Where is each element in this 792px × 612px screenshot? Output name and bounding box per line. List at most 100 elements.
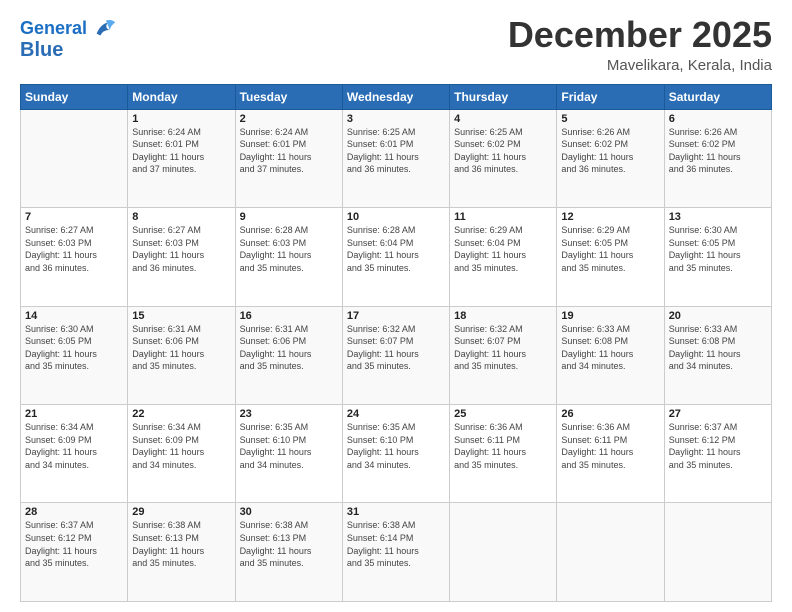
- day-number: 20: [669, 310, 767, 322]
- day-number: 28: [25, 506, 123, 518]
- day-info: Sunrise: 6:34 AM Sunset: 6:09 PM Dayligh…: [25, 421, 123, 471]
- day-number: 9: [240, 211, 338, 223]
- day-number: 26: [561, 408, 659, 420]
- day-number: 27: [669, 408, 767, 420]
- calendar-cell: 27Sunrise: 6:37 AM Sunset: 6:12 PM Dayli…: [664, 405, 771, 503]
- day-info: Sunrise: 6:25 AM Sunset: 6:02 PM Dayligh…: [454, 126, 552, 176]
- day-number: 10: [347, 211, 445, 223]
- day-info: Sunrise: 6:38 AM Sunset: 6:13 PM Dayligh…: [240, 519, 338, 569]
- calendar-cell: 16Sunrise: 6:31 AM Sunset: 6:06 PM Dayli…: [235, 306, 342, 404]
- calendar-cell: 15Sunrise: 6:31 AM Sunset: 6:06 PM Dayli…: [128, 306, 235, 404]
- calendar-cell: 24Sunrise: 6:35 AM Sunset: 6:10 PM Dayli…: [342, 405, 449, 503]
- calendar-cell: 11Sunrise: 6:29 AM Sunset: 6:04 PM Dayli…: [450, 208, 557, 306]
- page: General Blue December 2025 Mavelikara, K…: [0, 0, 792, 612]
- calendar-cell: 14Sunrise: 6:30 AM Sunset: 6:05 PM Dayli…: [21, 306, 128, 404]
- title-block: December 2025 Mavelikara, Kerala, India: [508, 15, 772, 74]
- day-number: 22: [132, 408, 230, 420]
- day-info: Sunrise: 6:31 AM Sunset: 6:06 PM Dayligh…: [240, 323, 338, 373]
- day-number: 23: [240, 408, 338, 420]
- day-info: Sunrise: 6:25 AM Sunset: 6:01 PM Dayligh…: [347, 126, 445, 176]
- day-of-week-header: Tuesday: [235, 84, 342, 109]
- calendar-cell: 3Sunrise: 6:25 AM Sunset: 6:01 PM Daylig…: [342, 109, 449, 207]
- day-info: Sunrise: 6:24 AM Sunset: 6:01 PM Dayligh…: [132, 126, 230, 176]
- day-info: Sunrise: 6:27 AM Sunset: 6:03 PM Dayligh…: [132, 224, 230, 274]
- calendar-week-row: 28Sunrise: 6:37 AM Sunset: 6:12 PM Dayli…: [21, 503, 772, 602]
- day-number: 1: [132, 113, 230, 125]
- calendar-cell: [21, 109, 128, 207]
- day-number: 12: [561, 211, 659, 223]
- calendar-cell: 26Sunrise: 6:36 AM Sunset: 6:11 PM Dayli…: [557, 405, 664, 503]
- calendar-cell: [450, 503, 557, 602]
- day-info: Sunrise: 6:38 AM Sunset: 6:14 PM Dayligh…: [347, 519, 445, 569]
- calendar-week-row: 14Sunrise: 6:30 AM Sunset: 6:05 PM Dayli…: [21, 306, 772, 404]
- calendar-cell: 30Sunrise: 6:38 AM Sunset: 6:13 PM Dayli…: [235, 503, 342, 602]
- day-number: 21: [25, 408, 123, 420]
- day-info: Sunrise: 6:36 AM Sunset: 6:11 PM Dayligh…: [454, 421, 552, 471]
- calendar-cell: 8Sunrise: 6:27 AM Sunset: 6:03 PM Daylig…: [128, 208, 235, 306]
- day-info: Sunrise: 6:30 AM Sunset: 6:05 PM Dayligh…: [669, 224, 767, 274]
- day-number: 2: [240, 113, 338, 125]
- calendar-cell: 6Sunrise: 6:26 AM Sunset: 6:02 PM Daylig…: [664, 109, 771, 207]
- calendar-cell: [664, 503, 771, 602]
- day-number: 30: [240, 506, 338, 518]
- day-info: Sunrise: 6:30 AM Sunset: 6:05 PM Dayligh…: [25, 323, 123, 373]
- day-number: 31: [347, 506, 445, 518]
- day-number: 15: [132, 310, 230, 322]
- day-info: Sunrise: 6:29 AM Sunset: 6:04 PM Dayligh…: [454, 224, 552, 274]
- calendar-cell: 4Sunrise: 6:25 AM Sunset: 6:02 PM Daylig…: [450, 109, 557, 207]
- day-number: 24: [347, 408, 445, 420]
- day-number: 6: [669, 113, 767, 125]
- day-info: Sunrise: 6:37 AM Sunset: 6:12 PM Dayligh…: [669, 421, 767, 471]
- day-info: Sunrise: 6:31 AM Sunset: 6:06 PM Dayligh…: [132, 323, 230, 373]
- day-info: Sunrise: 6:34 AM Sunset: 6:09 PM Dayligh…: [132, 421, 230, 471]
- day-info: Sunrise: 6:32 AM Sunset: 6:07 PM Dayligh…: [347, 323, 445, 373]
- calendar-cell: 9Sunrise: 6:28 AM Sunset: 6:03 PM Daylig…: [235, 208, 342, 306]
- day-of-week-header: Sunday: [21, 84, 128, 109]
- calendar-cell: 31Sunrise: 6:38 AM Sunset: 6:14 PM Dayli…: [342, 503, 449, 602]
- day-number: 17: [347, 310, 445, 322]
- calendar-table: SundayMondayTuesdayWednesdayThursdayFrid…: [20, 84, 772, 602]
- day-number: 25: [454, 408, 552, 420]
- calendar-week-row: 1Sunrise: 6:24 AM Sunset: 6:01 PM Daylig…: [21, 109, 772, 207]
- day-info: Sunrise: 6:26 AM Sunset: 6:02 PM Dayligh…: [669, 126, 767, 176]
- day-of-week-header: Friday: [557, 84, 664, 109]
- calendar: SundayMondayTuesdayWednesdayThursdayFrid…: [20, 84, 772, 602]
- day-info: Sunrise: 6:28 AM Sunset: 6:04 PM Dayligh…: [347, 224, 445, 274]
- calendar-cell: 10Sunrise: 6:28 AM Sunset: 6:04 PM Dayli…: [342, 208, 449, 306]
- day-info: Sunrise: 6:33 AM Sunset: 6:08 PM Dayligh…: [561, 323, 659, 373]
- calendar-cell: 23Sunrise: 6:35 AM Sunset: 6:10 PM Dayli…: [235, 405, 342, 503]
- day-info: Sunrise: 6:24 AM Sunset: 6:01 PM Dayligh…: [240, 126, 338, 176]
- day-number: 16: [240, 310, 338, 322]
- day-number: 29: [132, 506, 230, 518]
- day-info: Sunrise: 6:26 AM Sunset: 6:02 PM Dayligh…: [561, 126, 659, 176]
- day-info: Sunrise: 6:27 AM Sunset: 6:03 PM Dayligh…: [25, 224, 123, 274]
- day-of-week-header: Monday: [128, 84, 235, 109]
- calendar-cell: 25Sunrise: 6:36 AM Sunset: 6:11 PM Dayli…: [450, 405, 557, 503]
- calendar-cell: 1Sunrise: 6:24 AM Sunset: 6:01 PM Daylig…: [128, 109, 235, 207]
- day-info: Sunrise: 6:33 AM Sunset: 6:08 PM Dayligh…: [669, 323, 767, 373]
- calendar-cell: 7Sunrise: 6:27 AM Sunset: 6:03 PM Daylig…: [21, 208, 128, 306]
- day-info: Sunrise: 6:35 AM Sunset: 6:10 PM Dayligh…: [347, 421, 445, 471]
- calendar-cell: 21Sunrise: 6:34 AM Sunset: 6:09 PM Dayli…: [21, 405, 128, 503]
- calendar-cell: 12Sunrise: 6:29 AM Sunset: 6:05 PM Dayli…: [557, 208, 664, 306]
- calendar-week-row: 21Sunrise: 6:34 AM Sunset: 6:09 PM Dayli…: [21, 405, 772, 503]
- day-number: 7: [25, 211, 123, 223]
- calendar-cell: 20Sunrise: 6:33 AM Sunset: 6:08 PM Dayli…: [664, 306, 771, 404]
- day-of-week-header: Wednesday: [342, 84, 449, 109]
- calendar-header-row: SundayMondayTuesdayWednesdayThursdayFrid…: [21, 84, 772, 109]
- header: General Blue December 2025 Mavelikara, K…: [20, 15, 772, 74]
- calendar-cell: [557, 503, 664, 602]
- day-number: 13: [669, 211, 767, 223]
- logo: General Blue: [20, 15, 119, 61]
- day-number: 11: [454, 211, 552, 223]
- day-number: 4: [454, 113, 552, 125]
- calendar-cell: 13Sunrise: 6:30 AM Sunset: 6:05 PM Dayli…: [664, 208, 771, 306]
- day-info: Sunrise: 6:35 AM Sunset: 6:10 PM Dayligh…: [240, 421, 338, 471]
- logo-bird-icon: [91, 15, 119, 43]
- day-number: 8: [132, 211, 230, 223]
- day-info: Sunrise: 6:38 AM Sunset: 6:13 PM Dayligh…: [132, 519, 230, 569]
- calendar-cell: 18Sunrise: 6:32 AM Sunset: 6:07 PM Dayli…: [450, 306, 557, 404]
- logo-text: General: [20, 19, 87, 39]
- calendar-cell: 19Sunrise: 6:33 AM Sunset: 6:08 PM Dayli…: [557, 306, 664, 404]
- location: Mavelikara, Kerala, India: [508, 57, 772, 74]
